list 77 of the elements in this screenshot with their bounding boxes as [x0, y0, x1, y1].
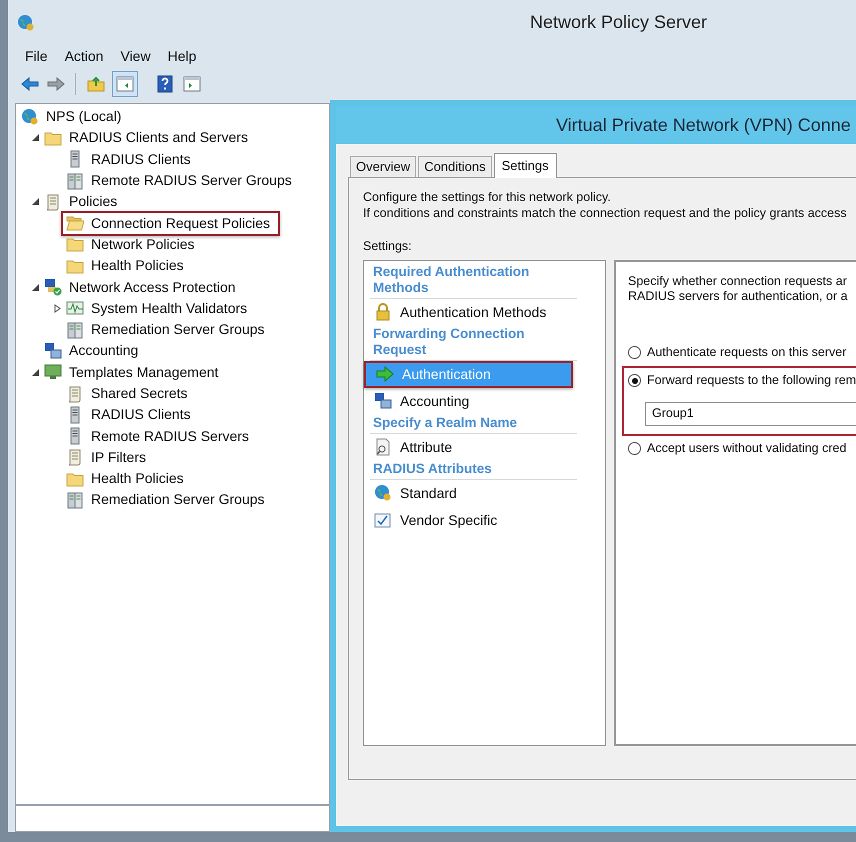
detail-description: RADIUS servers for authentication, or a [628, 288, 849, 304]
tree-item-label[interactable]: RADIUS Clients and Servers [69, 127, 248, 148]
help-icon [157, 74, 173, 92]
menu-item[interactable]: Action [58, 46, 110, 66]
caret-icon[interactable] [31, 197, 40, 206]
tree-item-label[interactable]: Network Access Protection [69, 276, 236, 298]
globe-icon [374, 484, 392, 502]
server-group-icon [66, 320, 84, 339]
tree-item-label[interactable]: System Health Validators [91, 298, 248, 319]
tree-item-label[interactable]: Shared Secrets [91, 383, 188, 404]
pane-icon [116, 76, 134, 92]
tab[interactable]: Settings [494, 153, 557, 178]
settings-item[interactable]: Vendor Specific [364, 506, 605, 534]
radio-button[interactable] [628, 374, 641, 388]
tree-item-label[interactable]: IP Filters [91, 446, 146, 468]
tree-item-label[interactable]: Network Policies [91, 234, 194, 255]
caret-icon[interactable] [31, 282, 40, 292]
tree-item-label[interactable]: Remote RADIUS Server Groups [91, 170, 292, 192]
tree-item-label[interactable]: Templates Management [69, 362, 218, 383]
arrow-icon [376, 365, 394, 384]
description-text: Configure the settings for this network policy. [363, 189, 612, 205]
settings-item[interactable]: Authentication Methods [364, 298, 605, 326]
tree-item-label[interactable]: Accounting [69, 340, 138, 362]
tab[interactable]: Conditions [418, 156, 492, 177]
tree-item-label[interactable]: Policies [69, 191, 118, 212]
section-heading: Forwarding Connection Request [372, 326, 526, 358]
server-group-field[interactable]: Group1 [645, 402, 856, 426]
pulse-chart-icon [66, 299, 84, 318]
console-tree-button[interactable] [112, 70, 138, 96]
settings-item[interactable]: Accounting [364, 388, 605, 415]
tree-item-label[interactable]: Remediation Server Groups [91, 319, 265, 340]
pane-icon [183, 76, 201, 92]
computers-icon [374, 392, 392, 410]
globe-icon [17, 14, 35, 32]
server-group-icon [66, 490, 84, 509]
radio-button[interactable] [628, 442, 641, 456]
radio-label[interactable]: Forward requests to the following rem [647, 371, 856, 390]
checkmark-icon [374, 511, 392, 530]
radio-label[interactable]: Authenticate requests on this server [647, 343, 846, 362]
menu-item[interactable]: Help [160, 46, 204, 66]
tree-item-label[interactable]: Remediation Server Groups [91, 489, 265, 510]
radio-label[interactable]: Accept users without validating cred [647, 439, 846, 458]
section-heading: Specify a Realm Name [372, 414, 518, 431]
detail-description: Specify whether connection requests ar [628, 274, 848, 289]
caret-icon[interactable] [31, 368, 40, 377]
tree-item-label[interactable]: Health Policies [91, 255, 184, 276]
tree-item-label[interactable]: Health Policies [91, 468, 184, 490]
radio-button[interactable] [628, 346, 641, 360]
globe-icon [21, 108, 39, 126]
computers-icon [44, 342, 62, 360]
description-text: If conditions and constraints match the connection request and the policy grants access [363, 205, 848, 221]
tree-item-label[interactable]: Connection Request Policies [91, 212, 270, 234]
network-icon [44, 278, 62, 296]
section-heading: RADIUS Attributes [372, 460, 493, 477]
menu-item[interactable]: View [113, 46, 158, 66]
open-folder-icon [66, 214, 84, 232]
dialog-title: Virtual Private Network (VPN) Conne [556, 114, 851, 137]
section-heading: Required Authentication Methods [372, 264, 530, 296]
caret-icon[interactable] [31, 133, 40, 142]
settings-item[interactable]: Attribute [364, 434, 605, 461]
tree-item-label[interactable]: RADIUS Clients [91, 404, 191, 426]
tree-item-label[interactable]: Remote RADIUS Servers [91, 426, 249, 447]
server-group-icon [66, 172, 84, 190]
tree-item-label[interactable]: RADIUS Clients [91, 148, 191, 170]
up-folder-icon [87, 74, 105, 92]
tree-item-label[interactable]: NPS (Local) [46, 106, 122, 128]
monitor-icon [44, 363, 62, 382]
tab[interactable]: Overview [350, 156, 416, 177]
back-arrow-icon [21, 76, 39, 90]
caret-icon[interactable] [53, 304, 62, 313]
menu-item[interactable]: File [18, 46, 55, 66]
window-title: Network Policy Server [530, 11, 708, 34]
settings-item[interactable]: Standard [364, 480, 605, 507]
forward-arrow-icon [47, 76, 65, 90]
settings-label: Settings: [363, 238, 413, 255]
magnifier-icon [374, 438, 392, 456]
lock-icon [374, 303, 392, 322]
